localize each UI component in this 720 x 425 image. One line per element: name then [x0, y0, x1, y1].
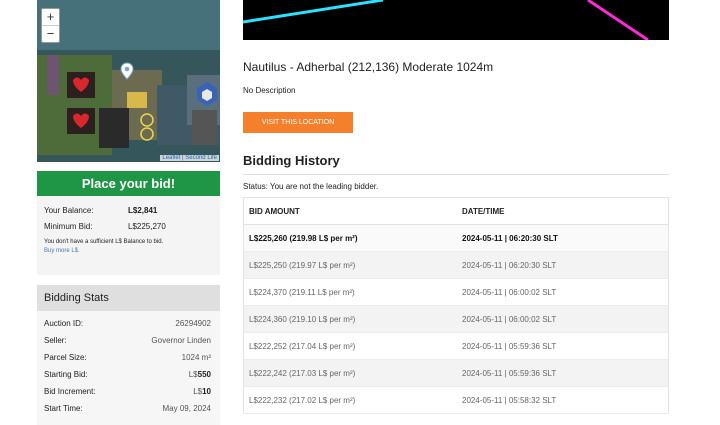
bidding-stats-panel: Bidding Stats Auction ID: 26294902 Selle… [37, 285, 220, 425]
zoom-out-button[interactable]: − [42, 25, 59, 42]
minimum-bid-row: Minimum Bid: L$225,270 [37, 222, 220, 238]
balance-panel: Your Balance: L$2,841 Minimum Bid: L$225… [37, 196, 220, 275]
bid-time-cell: 2024-05-11 | 05:58:32 SLT [457, 386, 669, 414]
minimum-bid-label: Minimum Bid: [44, 222, 93, 231]
bid-time-cell: 2024-05-11 | 06:00:02 SLT [457, 278, 669, 306]
column-bid-amount: BID AMOUNT [243, 197, 457, 225]
stats-label: Parcel Size: [44, 353, 87, 362]
map-marker-icon[interactable] [120, 62, 134, 80]
bid-amount-cell: L$224,370 (219.11 L$ per m²) [243, 278, 457, 306]
place-bid-button[interactable]: Place your bid! [37, 171, 220, 196]
insufficient-balance-note: You don't have a sufficient L$ Balance t… [44, 239, 164, 245]
table-header-row: BID AMOUNT DATE/TIME [243, 197, 669, 225]
bidding-history-heading: Bidding History [243, 153, 669, 175]
map-attribution: Leaflet | Second Life [160, 155, 219, 161]
your-balance-row: Your Balance: L$2,841 [37, 206, 220, 222]
stats-value: Governor Linden [151, 336, 211, 345]
stats-label: Start Time: [44, 404, 83, 413]
leaflet-link[interactable]: Leaflet [162, 155, 180, 161]
bid-amount-cell: L$225,260 (219.98 L$ per m²) [243, 224, 457, 252]
bid-time-cell: 2024-05-11 | 06:20:30 SLT [457, 251, 669, 279]
stats-label: Bid Increment: [44, 387, 96, 396]
parcel-banner-image [242, 0, 669, 42]
map-zoom-control: + − [41, 8, 60, 43]
bid-time-cell: 2024-05-11 | 05:59:36 SLT [457, 332, 669, 360]
stats-value: L$10 [193, 387, 211, 396]
second-life-link[interactable]: Second Life [185, 155, 217, 161]
stats-row-seller: Seller: Governor Linden [37, 332, 220, 349]
bid-amount-cell: L$222,232 (217.02 L$ per m²) [243, 386, 457, 414]
bid-time-cell: 2024-05-11 | 06:20:30 SLT [457, 224, 669, 252]
buy-more-link[interactable]: Buy more L$. [37, 247, 220, 256]
bid-amount-cell: L$224,360 (219.10 L$ per m²) [243, 305, 457, 333]
column-date-time: DATE/TIME [457, 197, 669, 225]
stats-value: 26294902 [175, 319, 211, 328]
visit-location-button[interactable]: VISIT THIS LOCATION [243, 112, 353, 133]
bidding-history-table: BID AMOUNT DATE/TIME L$225,260 (219.98 L… [243, 197, 669, 414]
table-row: L$222,242 (217.03 L$ per m²) 2024-05-11 … [243, 359, 669, 387]
stats-row-bid-increment: Bid Increment: L$10 [37, 383, 220, 400]
table-row: L$222,252 (217.04 L$ per m²) 2024-05-11 … [243, 332, 669, 360]
stats-row-starting-bid: Starting Bid: L$550 [37, 366, 220, 383]
stats-value: L$550 [188, 370, 211, 379]
stats-label: Auction ID: [44, 319, 84, 328]
map-tiles [37, 0, 220, 162]
minimum-bid-value: L$225,270 [128, 222, 166, 231]
parcel-map[interactable]: + − Leaflet | Second Life [37, 0, 220, 162]
stats-row-auction-id: Auction ID: 26294902 [37, 315, 220, 332]
your-balance-label: Your Balance: [44, 206, 94, 215]
table-row: L$225,250 (219.97 L$ per m²) 2024-05-11 … [243, 251, 669, 279]
bid-time-cell: 2024-05-11 | 05:59:36 SLT [457, 359, 669, 387]
stats-label: Seller: [44, 336, 67, 345]
zoom-in-button[interactable]: + [42, 9, 59, 25]
table-row: L$222,232 (217.02 L$ per m²) 2024-05-11 … [243, 386, 669, 414]
neon-lines-graphic [242, 0, 669, 42]
your-balance-value: L$2,841 [128, 206, 158, 215]
bidding-stats-heading: Bidding Stats [37, 285, 220, 311]
stats-value: May 09, 2024 [162, 404, 211, 413]
bid-amount-cell: L$222,242 (217.03 L$ per m²) [243, 359, 457, 387]
stats-row-parcel-size: Parcel Size: 1024 m² [37, 349, 220, 366]
stats-row-start-time: Start Time: May 09, 2024 [37, 400, 220, 417]
bid-amount-cell: L$225,250 (219.97 L$ per m²) [243, 251, 457, 279]
table-row: L$224,360 (219.10 L$ per m²) 2024-05-11 … [243, 305, 669, 333]
listing-title: Nautilus - Adherbal (212,136) Moderate 1… [243, 60, 494, 74]
stats-value: 1024 m² [181, 353, 211, 362]
main-content: Nautilus - Adherbal (212,136) Moderate 1… [242, 0, 669, 414]
stats-label: Starting Bid: [44, 370, 88, 379]
bid-time-cell: 2024-05-11 | 06:00:02 SLT [457, 305, 669, 333]
table-row: L$225,260 (219.98 L$ per m²) 2024-05-11 … [243, 224, 669, 252]
listing-description: No Description [243, 86, 296, 95]
bidder-status: Status: You are not the leading bidder. [243, 182, 379, 191]
table-row: L$224,370 (219.11 L$ per m²) 2024-05-11 … [243, 278, 669, 306]
left-column: + − Leaflet | Second Life Place your bid… [37, 0, 220, 425]
bid-amount-cell: L$222,252 (217.04 L$ per m²) [243, 332, 457, 360]
